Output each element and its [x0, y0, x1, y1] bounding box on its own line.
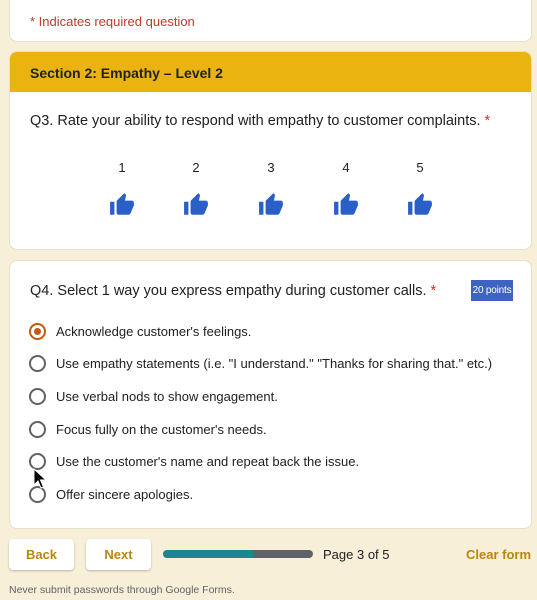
required-asterisk: * [484, 113, 491, 129]
option-focus-needs[interactable]: Focus fully on the customer's needs. [29, 419, 267, 439]
radio-button[interactable] [29, 387, 46, 405]
rating-option-1[interactable]: 1 [102, 160, 142, 218]
thumbs-up-icon[interactable] [333, 192, 359, 218]
option-verbal-nods[interactable]: Use verbal nods to show engagement. [29, 386, 278, 406]
q4-card: Q4. Select 1 way you express empathy dur… [9, 260, 532, 529]
option-label: Acknowledge customer's feelings. [56, 323, 252, 339]
footer-note: Never submit passwords through Google Fo… [9, 584, 235, 596]
q4-question-text: Q4. Select 1 way you express empathy dur… [30, 283, 427, 299]
rating-option-2[interactable]: 2 [176, 160, 216, 218]
radio-button[interactable] [29, 354, 46, 372]
progress-bar [163, 550, 313, 558]
thumbs-up-icon[interactable] [109, 192, 135, 218]
required-asterisk: * [430, 283, 437, 299]
required-note: * Indicates required question [30, 14, 195, 29]
mouse-cursor-icon [33, 468, 47, 489]
back-button[interactable]: Back [9, 539, 74, 570]
section-title: Section 2: Empathy – Level 2 [10, 52, 531, 92]
rating-number: 4 [342, 160, 350, 175]
page-indicator: Page 3 of 5 [323, 547, 390, 562]
rating-option-4[interactable]: 4 [326, 160, 366, 218]
thumbs-up-icon[interactable] [183, 192, 209, 218]
progress-fill [163, 550, 253, 558]
radio-button[interactable] [29, 452, 46, 470]
clear-form-button[interactable]: Clear form [466, 547, 531, 562]
radio-button-selected[interactable] [29, 322, 46, 340]
q3-question-text: Q3. Rate your ability to respond with em… [30, 113, 481, 129]
thumbs-up-icon[interactable] [258, 192, 284, 218]
q3-card: Section 2: Empathy – Level 2 Q3. Rate yo… [9, 51, 532, 250]
rating-number: 3 [267, 160, 275, 175]
option-label: Offer sincere apologies. [56, 486, 194, 502]
option-label: Use empathy statements (i.e. "I understa… [56, 355, 493, 371]
next-button[interactable]: Next [86, 539, 151, 570]
required-note-card: * Indicates required question [9, 0, 532, 42]
rating-number: 2 [192, 160, 200, 175]
option-acknowledge-feelings[interactable]: Acknowledge customer's feelings. [29, 321, 251, 341]
q3-question: Q3. Rate your ability to respond with em… [30, 113, 490, 129]
option-empathy-statements[interactable]: Use empathy statements (i.e. "I understa… [29, 353, 492, 373]
option-label: Use verbal nods to show engagement. [56, 388, 278, 404]
rating-option-5[interactable]: 5 [400, 160, 440, 218]
option-sincere-apologies[interactable]: Offer sincere apologies. [29, 484, 193, 504]
option-label: Focus fully on the customer's needs. [56, 421, 267, 437]
option-label: Use the customer's name and repeat back … [56, 453, 360, 469]
points-badge: 20 points [471, 280, 513, 301]
rating-option-3[interactable]: 3 [251, 160, 291, 218]
thumbs-up-icon[interactable] [407, 192, 433, 218]
radio-button[interactable] [29, 420, 46, 438]
option-use-name[interactable]: Use the customer's name and repeat back … [29, 451, 359, 471]
rating-number: 5 [416, 160, 424, 175]
rating-number: 1 [118, 160, 126, 175]
q4-question: Q4. Select 1 way you express empathy dur… [30, 283, 436, 299]
